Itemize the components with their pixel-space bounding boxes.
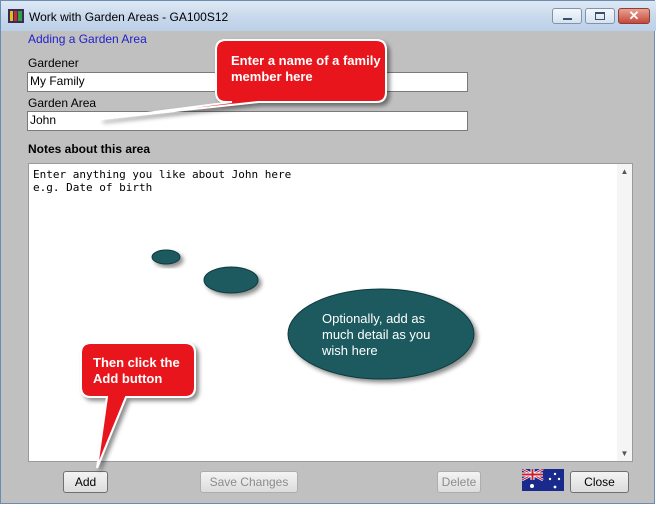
title-bar[interactable]: Work with Garden Areas - GA100S12 ✕ [1, 1, 656, 31]
garden-area-label: Garden Area [28, 96, 97, 110]
maximize-button[interactable] [585, 8, 615, 24]
gardener-label: Gardener [28, 56, 79, 70]
close-icon: ✕ [628, 8, 640, 23]
maximize-icon [595, 12, 605, 20]
delete-button[interactable]: Delete [437, 471, 481, 493]
window-title: Work with Garden Areas - GA100S12 [29, 10, 229, 24]
australian-flag-icon [522, 469, 564, 491]
add-button[interactable]: Add [63, 471, 108, 493]
add-hint-text: Then click the Add button [93, 355, 180, 386]
minimize-icon [563, 18, 572, 20]
close-button[interactable]: Close [570, 471, 629, 493]
name-hint-text: Enter a name of a family member here [231, 53, 381, 84]
notes-scrollbar[interactable]: ▲ ▼ [617, 164, 632, 461]
garden-area-field[interactable]: John [27, 111, 468, 131]
notes-heading: Notes about this area [28, 142, 151, 156]
scroll-up-icon[interactable]: ▲ [617, 164, 632, 179]
minimize-button[interactable] [552, 8, 582, 24]
save-changes-button[interactable]: Save Changes [200, 471, 298, 493]
scroll-down-icon[interactable]: ▼ [617, 446, 632, 461]
close-window-button[interactable]: ✕ [618, 8, 650, 24]
app-icon [8, 9, 24, 23]
detail-hint-text: Optionally, add as much detail as you wi… [322, 311, 431, 358]
notes-text: Enter anything you like about John here … [33, 168, 292, 194]
form-subtitle: Adding a Garden Area [28, 32, 147, 46]
